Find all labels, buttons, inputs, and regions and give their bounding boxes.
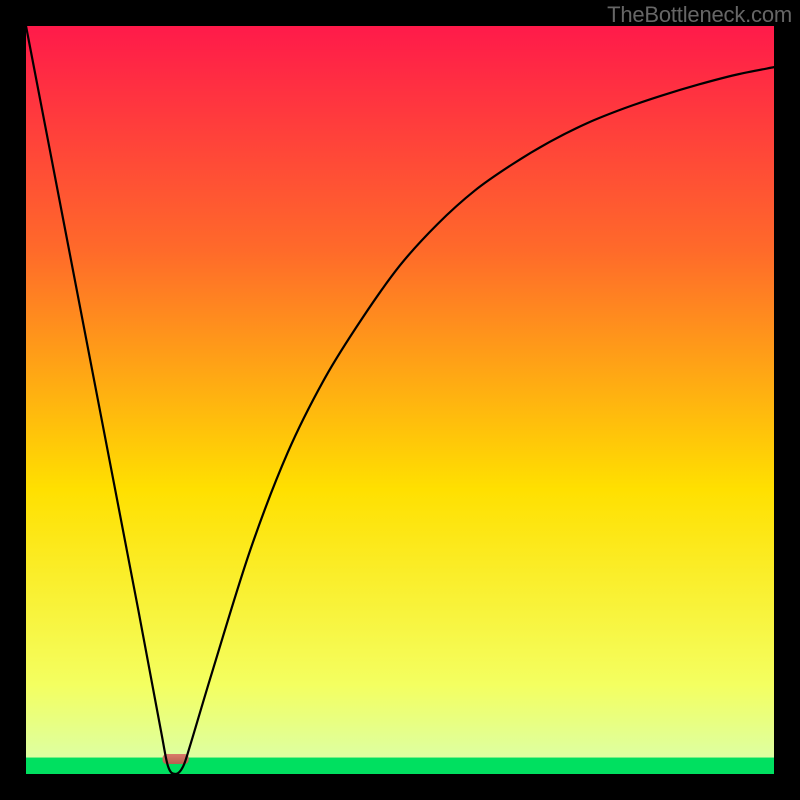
watermark-text: TheBottleneck.com [607, 2, 792, 28]
chart-container: { "watermark": "TheBottleneck.com", "cha… [0, 0, 800, 800]
plot-area [26, 26, 774, 774]
gradient-background [26, 26, 774, 774]
bottleneck-chart [0, 0, 800, 800]
green-bottom-band [26, 758, 774, 774]
